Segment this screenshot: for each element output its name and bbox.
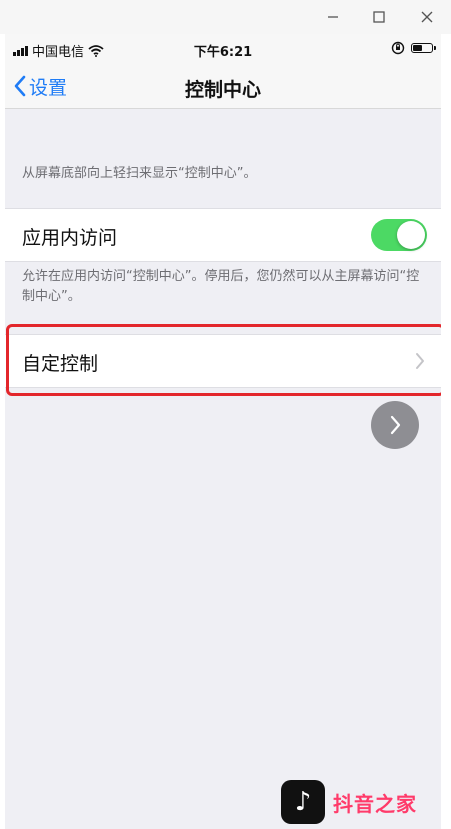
battery-icon [411,43,436,53]
watermark-text: 抖音之家 [333,791,417,816]
window-title-bar [0,0,451,34]
tiktok-logo-icon: ♪ [281,780,325,824]
page-title: 控制中心 [184,79,261,101]
status-right [391,41,436,55]
customize-controls-label: 自定控制 [22,353,99,375]
minimize-button[interactable] [318,4,348,30]
status-bar: 中国电信 下午6:21 [5,34,441,64]
square-icon [373,11,385,23]
orientation-lock-icon [391,41,405,55]
status-time: 下午6:21 [193,45,253,60]
navigation-bar: 设置 控制中心 [5,64,441,109]
minus-icon [328,16,338,18]
in-app-access-row: 应用内访问 [5,208,441,262]
section-description: 从屏幕底部向上轻扫来显示“控制中心”。 [22,166,257,181]
chevron-right-icon [390,415,401,435]
in-app-access-label: 应用内访问 [22,227,118,249]
phone-screen: 中国电信 下午6:21 设置 控制中心 从屏幕底部向上轻扫来显示“控制中心”。 … [5,34,441,829]
maximize-button[interactable] [364,4,394,30]
watermark: ♪ 抖音之家 [281,779,417,825]
in-app-access-footer: 允许在应用内访问“控制中心”。停用后，您仍然可以从主屏幕访问“控制中心”。 [22,269,420,304]
chevron-right-icon [416,353,424,369]
in-app-access-toggle[interactable] [371,219,427,251]
x-icon [421,11,433,23]
customize-controls-row[interactable]: 自定控制 [5,334,441,388]
toggle-knob [397,221,425,249]
floating-next-button[interactable] [371,401,419,449]
close-button[interactable] [412,4,442,30]
